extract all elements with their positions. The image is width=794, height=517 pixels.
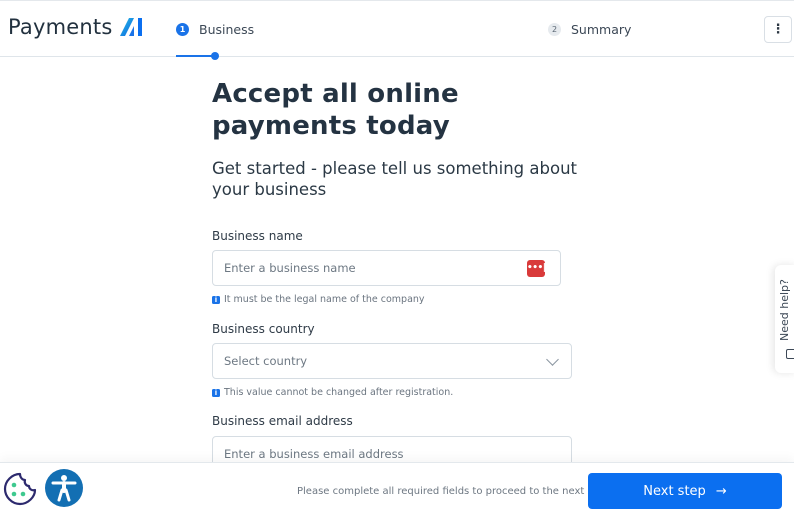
business-email-label: Business email address: [212, 414, 353, 428]
hint-text: This value cannot be changed after regis…: [224, 387, 454, 398]
logo[interactable]: Payments: [8, 15, 144, 39]
step-progress-bar: [176, 55, 213, 57]
footer-bar: Please complete all required fields to p…: [0, 462, 794, 517]
step-business[interactable]: 1 Business: [176, 22, 254, 37]
next-step-label: Next step: [643, 483, 706, 499]
business-country-hint: i This value cannot be changed after reg…: [212, 387, 453, 398]
logo-text: Payments: [8, 15, 113, 39]
step-progress-dot: [211, 52, 219, 60]
next-step-button[interactable]: Next step →: [588, 473, 782, 509]
arrow-right-icon: →: [715, 483, 727, 499]
logo-ai-mark-icon: [120, 18, 143, 36]
step-number: 1: [176, 23, 189, 36]
step-number: 2: [548, 23, 561, 36]
info-icon: i: [212, 388, 220, 397]
required-fields-message: Please complete all required fields to p…: [297, 486, 610, 497]
business-country-placeholder: Select country: [224, 354, 308, 368]
business-country-select[interactable]: Select country: [212, 343, 572, 379]
business-country-label: Business country: [212, 322, 315, 336]
business-name-label: Business name: [212, 229, 303, 243]
info-icon: i: [212, 295, 220, 304]
top-header: Payments 1 Business 2 Summary ⋮: [0, 0, 794, 60]
need-help-tab[interactable]: Need help?: [775, 265, 794, 373]
need-help-label: Need help?: [778, 279, 791, 341]
business-email-placeholder: Enter a business email address: [224, 447, 404, 461]
password-manager-icon[interactable]: •••|: [527, 260, 546, 277]
more-menu-button[interactable]: ⋮: [764, 16, 792, 43]
step-label: Summary: [571, 22, 632, 37]
more-vertical-icon: ⋮: [771, 22, 785, 37]
accessibility-icon[interactable]: [45, 469, 83, 507]
business-name-hint: i It must be the legal name of the compa…: [212, 294, 425, 305]
hint-text: It must be the legal name of the company: [224, 294, 425, 305]
chat-icon: [786, 349, 794, 359]
business-name-placeholder: Enter a business name: [224, 261, 356, 275]
step-label: Business: [199, 22, 255, 37]
step-summary[interactable]: 2 Summary: [548, 22, 631, 37]
page-title: Accept all online payments today: [212, 79, 459, 141]
intro: Accept all online payments today Get sta…: [212, 78, 582, 200]
page-subtitle: Get started - please tell us something a…: [212, 159, 578, 199]
business-name-input[interactable]: Enter a business name •••|: [212, 250, 561, 286]
chevron-down-icon: [546, 353, 559, 366]
cookie-icon[interactable]: [2, 471, 38, 507]
